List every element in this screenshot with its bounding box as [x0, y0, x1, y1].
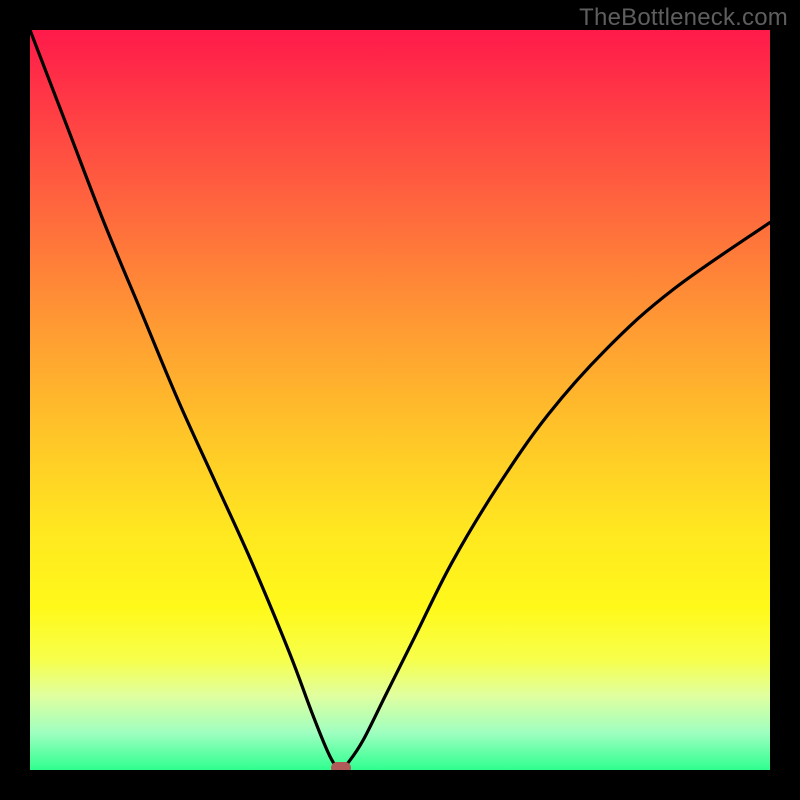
plot-area — [30, 30, 770, 770]
bottleneck-curve — [30, 30, 770, 770]
watermark-text: TheBottleneck.com — [579, 4, 788, 32]
min-marker-icon — [331, 762, 351, 770]
chart-frame: TheBottleneck.com — [0, 0, 800, 800]
